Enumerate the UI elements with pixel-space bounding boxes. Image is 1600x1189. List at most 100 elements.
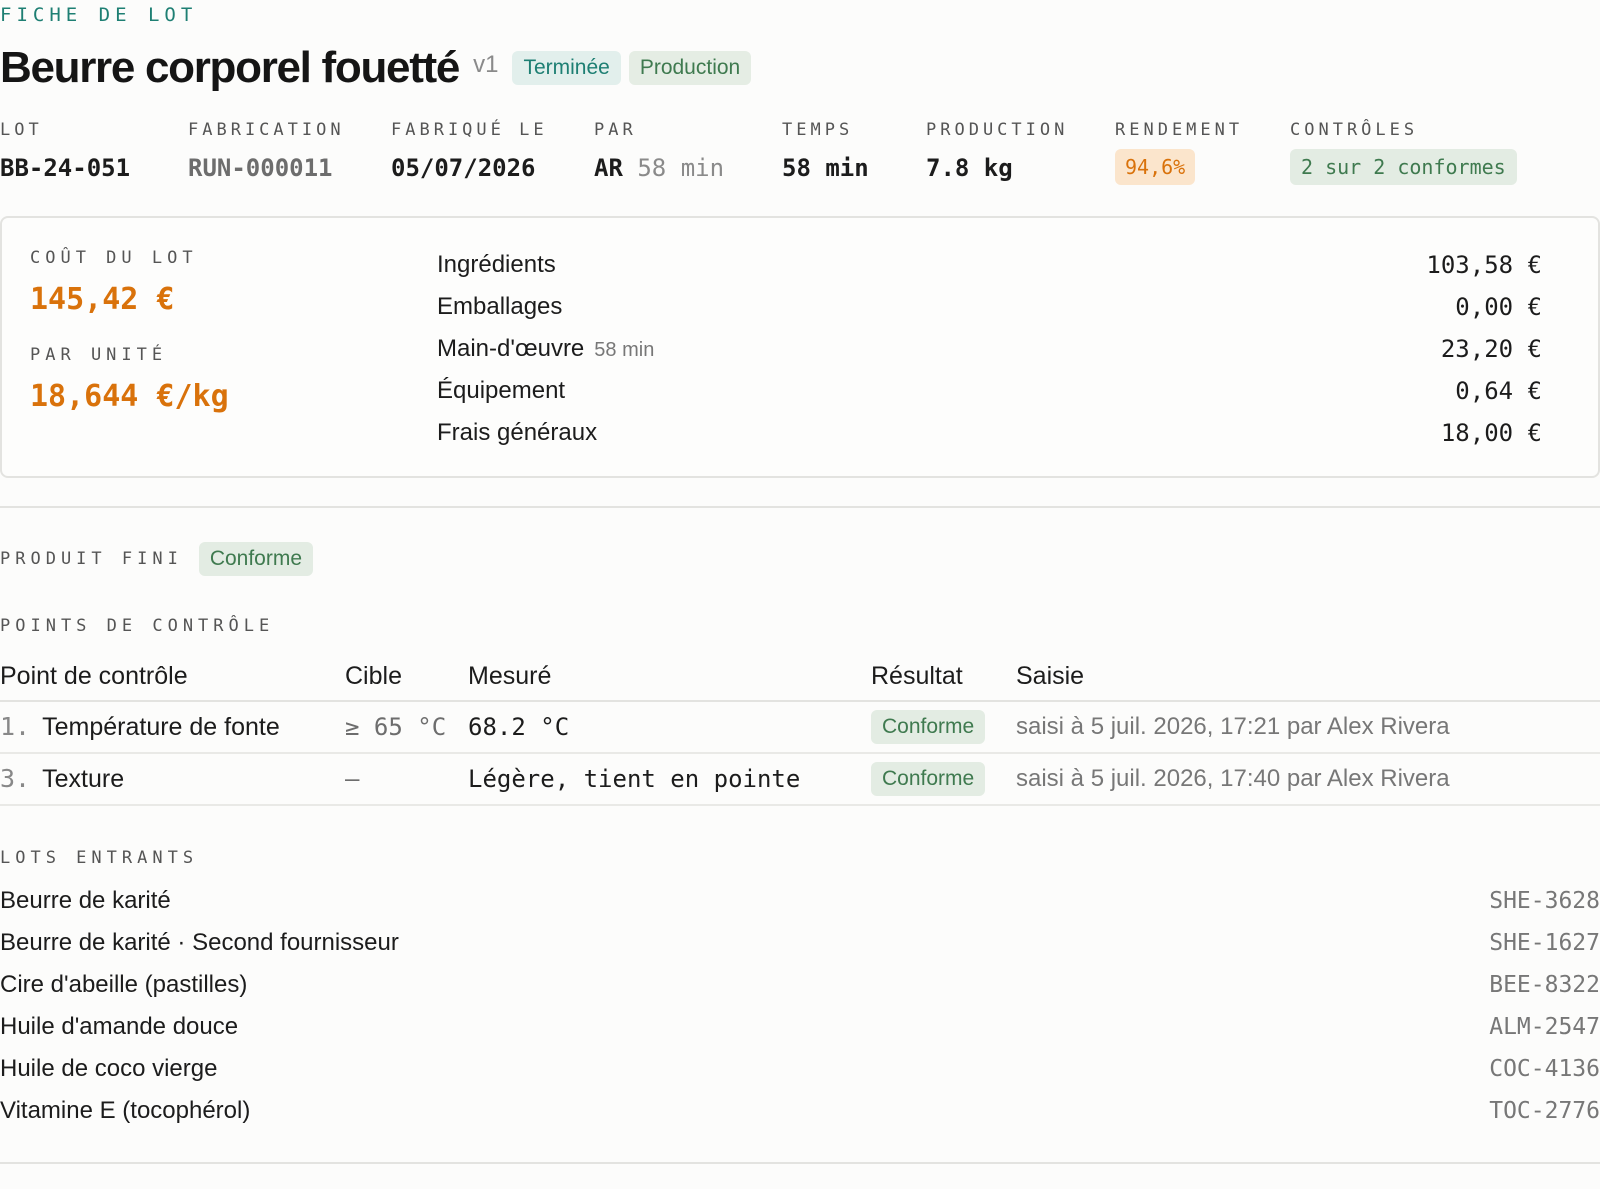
version-label: v1 [473,51,499,78]
list-item[interactable]: Vitamine E (tocophérol) TOC-2776 [0,1090,1600,1132]
stat-par: PAR AR 58 min [594,120,724,182]
cost-line-label: Ingrédients [437,251,556,278]
title-row: Beurre corporel fouetté v1 Terminée Prod… [0,40,752,96]
list-item[interactable]: Huile de coco vierge COC-4136 [0,1048,1600,1090]
checkpoint-target: ≥ 65 °C [345,713,447,741]
stat-label: LOT [0,120,43,140]
stat-temps: TEMPS 58 min [782,120,869,182]
stat-fabrication: FABRICATION RUN-000011 [188,120,345,182]
column-header: Saisie [1016,661,1085,690]
cost-line-amount: 23,20 € [1440,335,1542,363]
stat-value: BB-24-051 [0,154,131,182]
table-header: Point de contrôle Cible Mesuré Résultat … [0,652,1600,702]
checkpoint-measured: Légère, tient en pointe [468,765,801,793]
stat-value: 05/07/2026 [391,154,536,182]
page-kicker: FICHE DE LOT [0,4,198,26]
cost-line: Ingrédients 103,58 € [437,244,1542,286]
input-lot-code[interactable]: TOC-2776 [1489,1098,1600,1124]
input-lots-label: LOTS ENTRANTS [0,848,199,868]
checkpoints-label: POINTS DE CONTRÔLE [0,616,275,636]
cost-line-amount: 103,58 € [1426,251,1542,279]
type-badge: Production [628,51,752,85]
checkpoint-name: Température de fonte [42,713,280,741]
stat-fabrique-le: FABRIQUÉ LE 05/07/2026 [391,120,548,182]
list-item[interactable]: Cire d'abeille (pastilles) BEE-8322 [0,964,1600,1006]
table-row: 3. Texture — Légère, tient en pointe Conf… [0,754,1600,806]
input-lot-code[interactable]: COC-4136 [1489,1056,1600,1082]
stat-value: AR 58 min [594,154,724,182]
stat-value: 58 min [782,154,869,182]
stat-label: RENDEMENT [1115,120,1244,140]
bottom-divider [0,1162,1600,1164]
input-lot-name: Huile d'amande douce [0,1013,239,1040]
status-badge: Terminée [512,51,621,85]
operator-initials: AR [594,154,623,182]
result-badge: Conforme [871,710,986,744]
yield-badge: 94,6% [1115,149,1196,185]
controls-badge: 2 sur 2 conformes [1290,149,1517,185]
stat-rendement: RENDEMENT 94,6% [1115,120,1243,185]
input-lot-code[interactable]: ALM-2547 [1489,1014,1600,1040]
row-index: 3. [0,764,31,793]
list-item[interactable]: Beurre de karité · Second fournisseur SH… [0,922,1600,964]
input-lot-code[interactable]: SHE-1627 [1489,930,1600,956]
checkpoint-entry: saisi à 5 juil. 2026, 17:21 par Alex Riv… [1016,713,1450,740]
checkpoint-target: — [345,765,360,793]
cost-line-sub: 58 min [594,339,655,361]
column-header: Point de contrôle [0,661,188,690]
section-divider [0,506,1600,508]
cost-line: Équipement 0,64 € [437,370,1542,412]
list-item[interactable]: Beurre de karité SHE-3628 [0,880,1600,922]
input-lots-list: Beurre de karité SHE-3628 Beurre de kari… [0,880,1600,1132]
checkpoints-table: Point de contrôle Cible Mesuré Résultat … [0,652,1600,806]
finished-product-label: PRODUIT FINI [0,549,183,569]
checkpoint-name: Texture [42,765,125,793]
stat-label: CONTRÔLES [1290,120,1419,140]
column-header: Cible [345,661,402,690]
column-header: Mesuré [468,661,552,690]
cost-breakdown: Ingrédients 103,58 € Emballages 0,00 € M… [437,244,1542,454]
cost-line-amount: 0,64 € [1455,377,1542,405]
operator-duration: 58 min [637,154,725,182]
cost-line-label: Main-d'œuvre [437,335,585,362]
stat-label: PRODUCTION [926,120,1069,140]
finished-product-badge: Conforme [198,542,314,576]
stat-label: PAR [594,120,637,140]
finished-product-row: PRODUIT FINI Conforme [0,542,314,576]
cost-line: Emballages 0,00 € [437,286,1542,328]
cost-line: Frais généraux 18,00 € [437,412,1542,454]
stat-controles: CONTRÔLES 2 sur 2 conformes [1290,120,1517,185]
input-lot-code[interactable]: SHE-3628 [1489,888,1600,914]
cost-card: COÛT DU LOT 145,42 € PAR UNITÉ 18,644 €/… [0,216,1600,478]
cost-total-value: 145,42 € [30,282,175,317]
stat-production: PRODUCTION 7.8 kg [926,120,1068,182]
stat-lot: LOT BB-24-051 [0,120,130,182]
fabrication-link[interactable]: RUN-000011 [188,154,345,182]
stat-label: TEMPS [782,120,854,140]
checkpoint-measured: 68.2 °C [468,713,570,741]
row-index: 1. [0,712,31,741]
input-lot-name: Huile de coco vierge [0,1055,218,1082]
stat-value: 7.8 kg [926,154,1013,182]
checkpoint-entry: saisi à 5 juil. 2026, 17:40 par Alex Riv… [1016,765,1450,792]
cost-line-amount: 0,00 € [1455,293,1542,321]
cost-unit-label: PAR UNITÉ [30,345,168,365]
table-row: 1. Température de fonte ≥ 65 °C 68.2 °C C… [0,702,1600,754]
input-lot-name: Beurre de karité [0,887,171,914]
page-title: Beurre corporel fouetté [0,43,460,92]
cost-summary: COÛT DU LOT 145,42 € PAR UNITÉ 18,644 €/… [30,248,229,414]
cost-line-amount: 18,00 € [1440,419,1542,447]
input-lot-code[interactable]: BEE-8322 [1489,972,1600,998]
cost-line-label: Équipement [437,377,566,404]
result-badge: Conforme [871,762,986,796]
stat-label: FABRICATION [188,120,345,140]
cost-unit-value: 18,644 €/kg [30,379,229,414]
cost-line: Main-d'œuvre 58 min 23,20 € [437,328,1542,370]
cost-line-label: Emballages [437,293,563,320]
input-lot-name: Vitamine E (tocophérol) [0,1097,251,1124]
list-item[interactable]: Huile d'amande douce ALM-2547 [0,1006,1600,1048]
cost-total-label: COÛT DU LOT [30,248,198,268]
stat-label: FABRIQUÉ LE [391,120,548,140]
input-lot-name: Beurre de karité · Second fournisseur [0,929,399,956]
cost-line-label: Frais généraux [437,419,598,446]
